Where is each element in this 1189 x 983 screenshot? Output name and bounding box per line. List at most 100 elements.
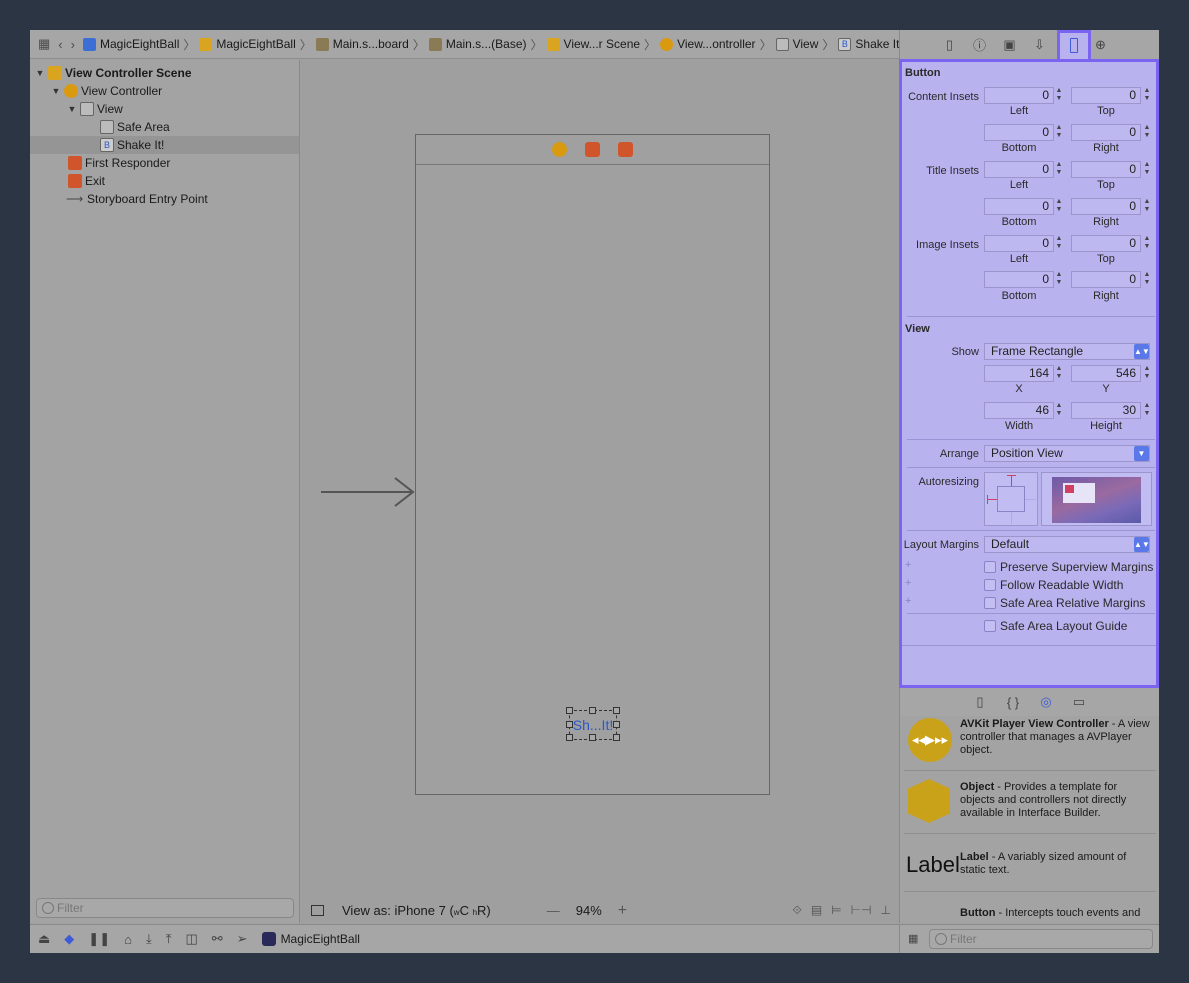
code-snippet-icon[interactable]: { } — [1004, 693, 1023, 712]
stepper-icon[interactable]: ▲ ▼ — [1055, 161, 1063, 178]
stepper-icon[interactable]: ▲ ▼ — [1143, 365, 1151, 382]
entry-point-arrow[interactable] — [321, 477, 416, 507]
view-controller-scene-frame[interactable] — [415, 134, 770, 795]
identity-inspector-icon[interactable]: ▣ — [1000, 35, 1019, 54]
attributes-inspector-icon[interactable]: ⇩ — [1030, 35, 1049, 54]
stepper-icon[interactable]: ▲ ▼ — [1055, 198, 1063, 215]
content-insets-bottom-field[interactable]: 0 — [984, 124, 1054, 141]
outline-item-safe-area[interactable]: Safe Area — [30, 118, 299, 136]
library-filter-field[interactable]: Filter — [929, 929, 1153, 949]
frame-y-field[interactable]: 546 — [1071, 365, 1141, 382]
device-config-button[interactable]: View as: iPhone 7 (wC hR) — [342, 903, 491, 918]
grid-view-icon[interactable]: ▦ — [908, 933, 920, 945]
disclosure-triangle-icon[interactable]: ▼ — [66, 104, 78, 114]
content-insets-top-field[interactable]: 0 — [1071, 87, 1141, 104]
resize-handle[interactable] — [566, 721, 573, 728]
stepper-icon[interactable]: ▲ ▼ — [1055, 235, 1063, 252]
outline-item-scene[interactable]: ▼ View Controller Scene — [30, 64, 299, 82]
outline-filter-field[interactable]: Filter — [36, 898, 294, 918]
resize-handle[interactable] — [589, 707, 596, 714]
quick-help-icon[interactable]: ⓘ — [970, 35, 989, 54]
connections-inspector-icon[interactable]: ⊕ — [1091, 35, 1110, 54]
outline-item-shake-it[interactable]: B Shake It! — [30, 136, 299, 154]
stepper-icon[interactable]: ▲ ▼ — [1055, 365, 1063, 382]
breadcrumb-item[interactable]: View...ontroller 〉 — [660, 36, 776, 53]
resolve-issues-icon[interactable]: ⊥ — [881, 903, 891, 918]
step-out-icon[interactable]: ⤒ — [166, 931, 172, 947]
image-insets-top-field[interactable]: 0 — [1071, 235, 1141, 252]
location-icon[interactable]: ➢ — [237, 931, 248, 947]
stepper-icon[interactable]: ▲ ▼ — [1143, 198, 1151, 215]
frame-height-field[interactable]: 30 — [1071, 402, 1141, 419]
content-insets-left-field[interactable]: 0 — [984, 87, 1054, 104]
image-insets-bottom-field[interactable]: 0 — [984, 271, 1054, 288]
stepper-icon[interactable]: ▲ ▼ — [1055, 124, 1063, 141]
autoresizing-mask-control[interactable] — [984, 472, 1038, 526]
image-insets-left-field[interactable]: 0 — [984, 235, 1054, 252]
stepper-icon[interactable]: ▲ ▼ — [1055, 271, 1063, 288]
breadcrumb-item[interactable]: MagicEightBall 〉 — [199, 36, 315, 53]
frame-width-field[interactable]: 46 — [984, 402, 1054, 419]
resize-handle[interactable] — [566, 707, 573, 714]
outline-item-view-controller[interactable]: ▼ View Controller — [30, 82, 299, 100]
storyboard-canvas[interactable]: Sh...It! View as: iPhone 7 (wC hR) — 94%… — [301, 60, 899, 923]
outline-item-view[interactable]: ▼ View — [30, 100, 299, 118]
file-template-icon[interactable]: ▯ — [971, 693, 990, 712]
breadcrumb-item[interactable]: Main.s...board 〉 — [315, 36, 429, 53]
library-item-label[interactable]: Label Label - A variably sized amount of… — [904, 840, 1156, 892]
stepper-icon[interactable]: ▲ ▼ — [1055, 402, 1063, 419]
first-responder-icon[interactable] — [585, 142, 600, 157]
step-over-icon[interactable]: ⌂ — [124, 932, 132, 947]
size-inspector-tab[interactable] — [1057, 30, 1091, 61]
plus-icon[interactable]: + — [905, 577, 911, 589]
breadcrumb-item[interactable]: View...r Scene 〉 — [546, 36, 661, 53]
forward-icon[interactable]: › — [71, 37, 75, 52]
stepper-icon[interactable]: ▲ ▼ — [1143, 271, 1151, 288]
frame-x-field[interactable]: 164 — [984, 365, 1054, 382]
media-library-icon[interactable]: ▭ — [1070, 693, 1089, 712]
safe-area-layout-guide-checkbox[interactable] — [984, 620, 996, 632]
title-insets-right-field[interactable]: 0 — [1071, 198, 1141, 215]
pause-icon[interactable]: ❚❚ — [88, 931, 110, 947]
back-icon[interactable]: ‹ — [58, 37, 62, 52]
update-frames-icon[interactable]: ⟐ — [792, 903, 801, 918]
breakpoints-icon[interactable]: ◆ — [64, 931, 74, 947]
breadcrumb-item[interactable]: View 〉 — [775, 36, 839, 53]
stepper-icon[interactable]: ▲ ▼ — [1143, 161, 1151, 178]
outline-item-entry-point[interactable]: ⟶ Storyboard Entry Point — [30, 190, 299, 208]
disclosure-triangle-icon[interactable]: ▼ — [50, 86, 62, 96]
step-into-icon[interactable]: ⤓ — [146, 931, 152, 947]
arrange-popup[interactable]: Position View ▼ — [984, 445, 1150, 462]
zoom-level[interactable]: 94% — [576, 903, 602, 918]
zoom-out-button[interactable]: — — [547, 903, 560, 918]
toggle-outline-icon[interactable] — [311, 905, 324, 916]
file-inspector-icon[interactable]: ▯ — [940, 35, 959, 54]
align-icon[interactable]: ⊨ — [831, 903, 841, 918]
stepper-icon[interactable]: ▲ ▼ — [1143, 124, 1151, 141]
plus-icon[interactable]: + — [905, 559, 911, 571]
scheme-selector[interactable]: MagicEightBall — [261, 932, 360, 946]
stepper-icon[interactable]: ▲ ▼ — [1143, 402, 1151, 419]
layout-margins-popup[interactable]: Default ▲▼ — [984, 536, 1150, 553]
content-insets-right-field[interactable]: 0 — [1071, 124, 1141, 141]
related-items-icon[interactable]: ▦ — [38, 36, 50, 51]
disclosure-triangle-icon[interactable]: ▼ — [34, 68, 46, 78]
plus-icon[interactable]: + — [905, 595, 911, 607]
stepper-icon[interactable]: ▲ ▼ — [1143, 235, 1151, 252]
breadcrumb-item[interactable]: MagicEightBall 〉 — [82, 36, 199, 53]
library-item-button[interactable]: Button - Intercepts touch events and — [904, 898, 1156, 923]
resize-handle[interactable] — [613, 734, 620, 741]
object-library-icon[interactable]: ◎ — [1037, 693, 1056, 712]
stepper-icon[interactable]: ▲ ▼ — [1143, 87, 1151, 104]
zoom-in-button[interactable]: + — [618, 902, 627, 920]
title-insets-top-field[interactable]: 0 — [1071, 161, 1141, 178]
title-insets-bottom-field[interactable]: 0 — [984, 198, 1054, 215]
resize-handle[interactable] — [589, 734, 596, 741]
resize-handle[interactable] — [566, 734, 573, 741]
preserve-superview-margins-checkbox[interactable] — [984, 561, 996, 573]
title-insets-left-field[interactable]: 0 — [984, 161, 1054, 178]
exit-icon[interactable] — [618, 142, 633, 157]
view-debugger-icon[interactable]: ◫ — [185, 931, 197, 947]
memory-graph-icon[interactable]: ⚯ — [212, 931, 223, 947]
safe-area-relative-margins-checkbox[interactable] — [984, 597, 996, 609]
